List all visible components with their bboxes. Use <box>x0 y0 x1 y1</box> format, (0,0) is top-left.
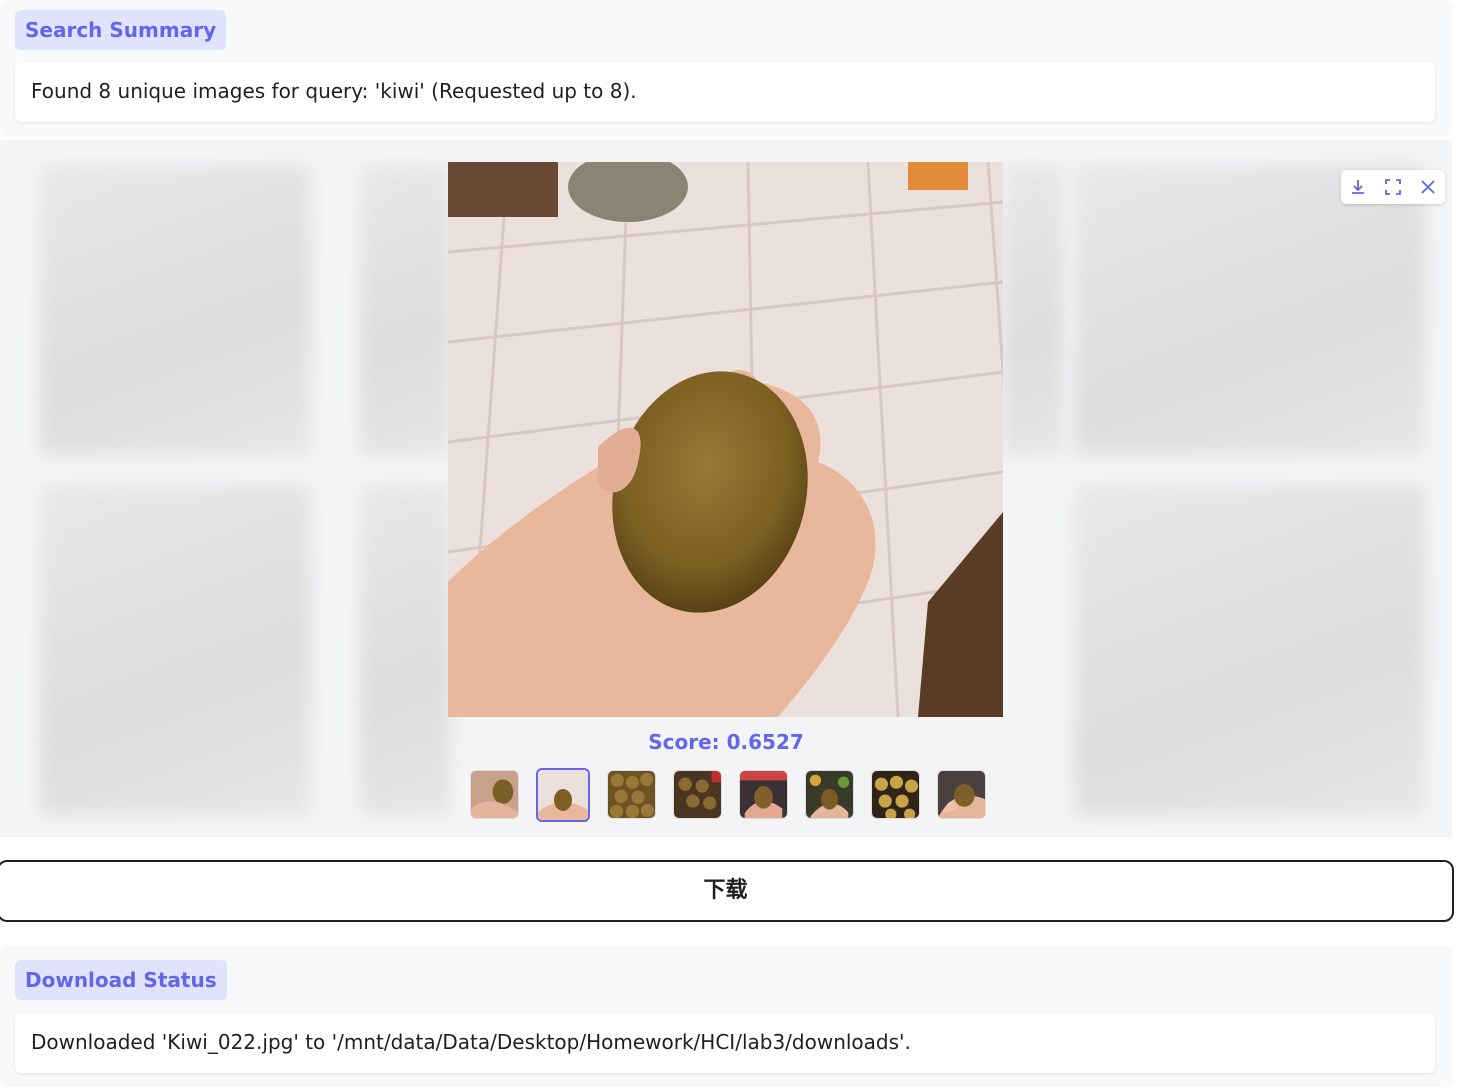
download-status-label: Download Status <box>15 960 227 1000</box>
download-button[interactable]: 下载 <box>0 860 1454 922</box>
download-icon[interactable] <box>1343 172 1373 202</box>
blurred-grid-tile <box>1003 165 1063 455</box>
blurred-grid-tile <box>40 165 310 455</box>
download-status-text: Downloaded 'Kiwi_022.jpg' to '/mnt/data/… <box>15 1013 1435 1073</box>
image-gallery: Score: 0.6527 <box>0 140 1452 837</box>
blurred-grid-tile <box>1075 165 1425 455</box>
thumbnail[interactable] <box>871 770 920 819</box>
blurred-grid-tile <box>360 165 450 455</box>
thumbnail[interactable] <box>607 770 656 819</box>
thumbnail[interactable] <box>805 770 854 819</box>
search-summary-text: Found 8 unique images for query: 'kiwi' … <box>15 62 1435 122</box>
preview-image[interactable] <box>448 162 1003 717</box>
score-label: Score: 0.6527 <box>648 730 804 754</box>
preview-toolbar <box>1341 170 1445 204</box>
fullscreen-icon[interactable] <box>1378 172 1408 202</box>
thumbnail[interactable] <box>739 770 788 819</box>
thumbnail-strip <box>470 768 986 822</box>
blurred-grid-tile <box>360 485 450 815</box>
search-summary-card: Search Summary Found 8 unique images for… <box>0 0 1452 137</box>
thumbnail[interactable] <box>673 770 722 819</box>
download-status-card: Download Status Downloaded 'Kiwi_022.jpg… <box>0 945 1452 1087</box>
blurred-grid-tile <box>1075 485 1425 815</box>
thumbnail[interactable] <box>937 770 986 819</box>
close-icon[interactable] <box>1413 172 1443 202</box>
thumbnail-selected[interactable] <box>536 768 590 822</box>
thumbnail[interactable] <box>470 770 519 819</box>
blurred-grid-tile <box>40 485 310 815</box>
search-summary-label: Search Summary <box>15 10 227 50</box>
